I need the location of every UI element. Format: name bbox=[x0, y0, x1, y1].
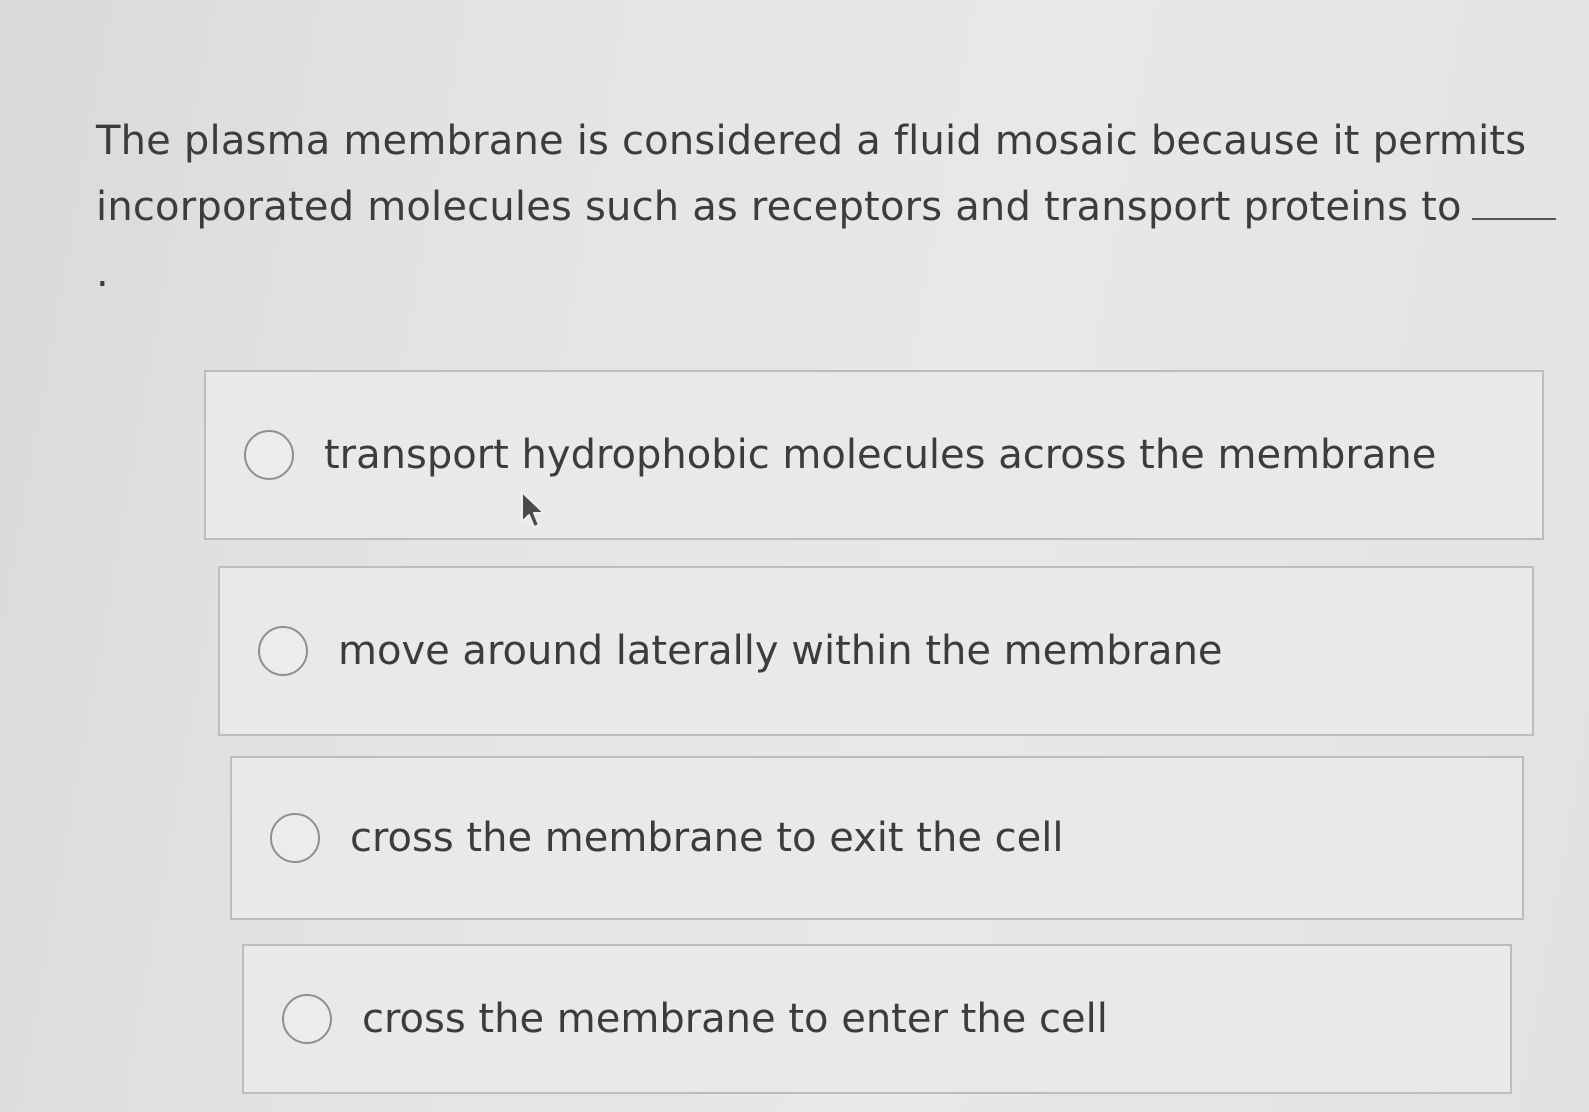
radio-unchecked-icon[interactable] bbox=[270, 813, 320, 863]
option-4-label: cross the membrane to enter the cell bbox=[362, 996, 1108, 1042]
option-1[interactable]: transport hydrophobic molecules across t… bbox=[204, 370, 1544, 540]
mouse-pointer-icon bbox=[521, 491, 545, 528]
question-end-punct: . bbox=[96, 250, 109, 296]
radio-unchecked-icon[interactable] bbox=[244, 430, 294, 480]
option-3[interactable]: cross the membrane to exit the cell bbox=[230, 756, 1524, 920]
question-text: The plasma membrane is considered a flui… bbox=[96, 108, 1556, 306]
radio-unchecked-icon[interactable] bbox=[258, 626, 308, 676]
radio-unchecked-icon[interactable] bbox=[282, 994, 332, 1044]
answer-blank bbox=[1471, 218, 1556, 220]
option-2[interactable]: move around laterally within the membran… bbox=[218, 566, 1534, 736]
question-body: The plasma membrane is considered a flui… bbox=[96, 118, 1527, 230]
option-3-label: cross the membrane to exit the cell bbox=[350, 815, 1064, 861]
option-1-label: transport hydrophobic molecules across t… bbox=[324, 432, 1437, 478]
option-2-label: move around laterally within the membran… bbox=[338, 628, 1223, 674]
option-4[interactable]: cross the membrane to enter the cell bbox=[242, 944, 1512, 1094]
